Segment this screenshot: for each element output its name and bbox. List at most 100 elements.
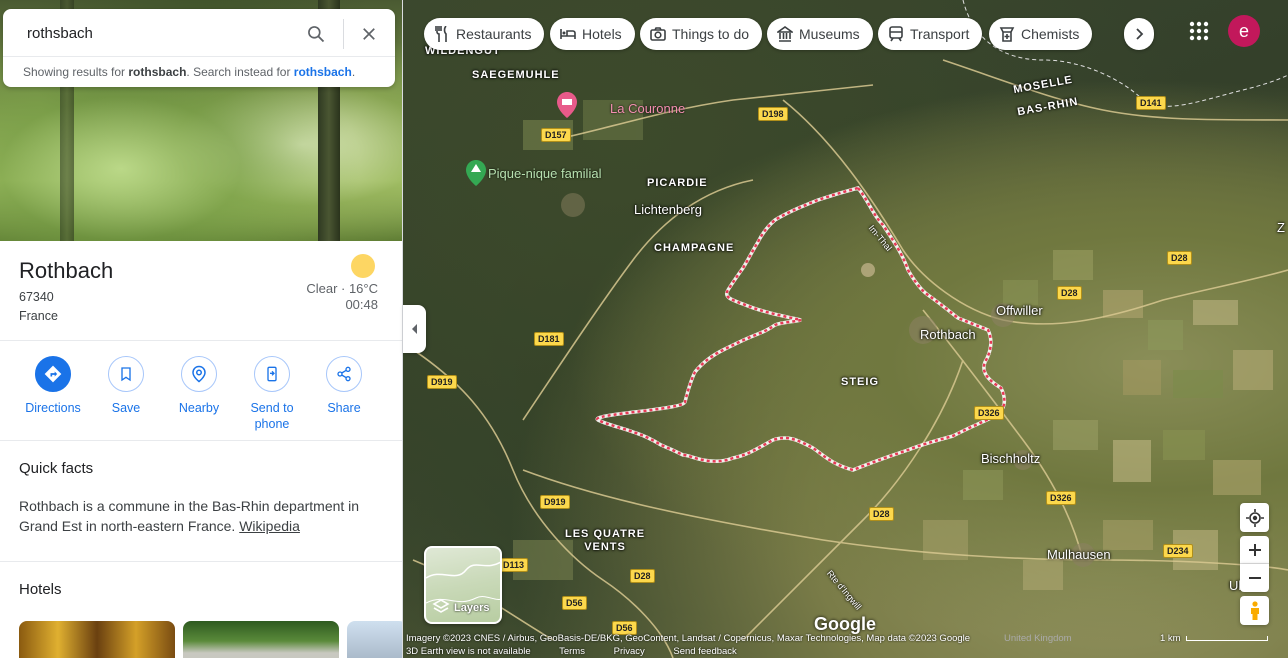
directions-icon [35, 356, 71, 392]
label-saegemuhle[interactable]: SAEGEMUHLE [472, 69, 560, 81]
chevron-left-icon [411, 324, 417, 334]
google-apps-button[interactable] [1186, 18, 1212, 44]
send-feedback-link[interactable]: Send feedback [673, 646, 736, 657]
road-d919: D919 [540, 495, 570, 509]
send-to-phone-label: Send to phone [250, 401, 294, 431]
road-d234: D234 [1163, 544, 1193, 558]
chip-hotels-label: Hotels [582, 26, 622, 42]
chip-hotels[interactable]: Hotels [550, 18, 635, 50]
road-d181: D181 [534, 332, 564, 346]
place-postcode: 67340 [19, 290, 54, 304]
chip-museums[interactable]: Museums [767, 18, 873, 50]
road-d141: D141 [1136, 96, 1166, 110]
label-z: Z [1277, 220, 1285, 235]
park-pin-icon [466, 160, 486, 186]
road-d326: D326 [974, 406, 1004, 420]
hotel-pin-icon [557, 92, 577, 118]
train-icon [888, 26, 904, 42]
street-view-button[interactable] [1240, 596, 1269, 625]
send-to-phone-button[interactable]: Send to phone [237, 356, 307, 432]
quick-facts-body: Rothbach is a commune in the Bas-Rhin de… [19, 496, 379, 536]
wikipedia-link[interactable]: Wikipedia [239, 518, 300, 534]
layers-label: Layers [454, 602, 490, 614]
label-picardie[interactable]: PICARDIE [647, 177, 708, 189]
close-icon [363, 28, 375, 40]
search-button[interactable] [302, 20, 330, 48]
label-steig[interactable]: STEIG [841, 376, 879, 388]
label-mulhausen[interactable]: Mulhausen [1047, 547, 1111, 562]
label-les-quatre-vents[interactable]: LES QUATRE VENTS [565, 528, 645, 554]
divider [0, 340, 402, 341]
camera-icon [650, 26, 666, 42]
zoom-in-button[interactable] [1240, 536, 1269, 564]
road-d28: D28 [630, 569, 655, 583]
google-logo: Google [814, 614, 876, 634]
chip-things-to-do[interactable]: Things to do [640, 18, 763, 50]
road-d157: D157 [541, 128, 571, 142]
weather-summary: Clear · 16°C [306, 281, 378, 296]
label-bischholtz[interactable]: Bischholtz [981, 451, 1040, 466]
chip-restaurants[interactable]: Restaurants [424, 18, 545, 50]
directions-label: Directions [25, 401, 81, 415]
chip-chemists-label: Chemists [1021, 26, 1080, 42]
terms-link[interactable]: Terms [559, 646, 585, 657]
label-rothbach[interactable]: Rothbach [920, 327, 976, 342]
fork-knife-icon [434, 26, 450, 42]
label-lichtenberg[interactable]: Lichtenberg [634, 202, 702, 217]
place-country: France [19, 309, 58, 323]
hotels-heading: Hotels [19, 581, 62, 598]
sun-icon [351, 254, 375, 278]
hotel-card-2[interactable] [183, 621, 339, 658]
hotel-card-3[interactable] [347, 621, 402, 658]
satellite-map[interactable]: WILDENGUT SAEGEMUHLE PICARDIE Lichtenber… [403, 0, 1288, 658]
share-label: Share [327, 401, 361, 415]
scale-label[interactable]: 1 km [1160, 633, 1181, 644]
poi-pique-nique[interactable]: Pique-nique familial [488, 166, 601, 181]
nearby-button[interactable]: Nearby [164, 356, 234, 416]
search-box: Showing results for rothsbach. Search in… [3, 9, 395, 87]
hotel-card-1[interactable] [19, 621, 175, 658]
road-d56: D56 [562, 596, 587, 610]
google-maps-app: Rothbach 67340 France Clear · 16°C 00:48… [0, 0, 1288, 658]
road-d113: D113 [499, 558, 529, 572]
search-divider [343, 19, 344, 49]
place-title: Rothbach [19, 258, 114, 283]
place-panel: Rothbach 67340 France Clear · 16°C 00:48… [0, 0, 403, 658]
save-label: Save [111, 401, 141, 415]
directions-button[interactable]: Directions [18, 356, 88, 416]
showing-query: rothsbach [128, 65, 187, 79]
save-button[interactable]: Save [91, 356, 161, 416]
search-instead-link[interactable]: rothsbach [294, 65, 352, 79]
zoom-out-button[interactable] [1240, 564, 1269, 592]
chips-scroll-right-button[interactable] [1124, 18, 1154, 50]
divider [0, 561, 402, 562]
map-footer-links: 3D Earth view is not available Terms Pri… [406, 646, 763, 657]
privacy-link[interactable]: Privacy [614, 646, 645, 657]
layers-button[interactable]: Layers [424, 546, 502, 624]
my-location-button[interactable] [1240, 503, 1269, 532]
label-offwiller[interactable]: Offwiller [996, 303, 1043, 318]
road-d28: D28 [1057, 286, 1082, 300]
chip-transport[interactable]: Transport [878, 18, 983, 50]
account-avatar[interactable]: e [1228, 15, 1260, 47]
share-button[interactable]: Share [309, 356, 379, 416]
bed-icon [560, 26, 576, 42]
divider [0, 440, 402, 441]
scale-bar[interactable] [1186, 636, 1268, 641]
region-link[interactable]: United Kingdom [1004, 633, 1072, 644]
road-d28: D28 [869, 507, 894, 521]
chevron-right-icon [1136, 28, 1144, 40]
road-d919: D919 [427, 375, 457, 389]
nearby-label: Nearby [178, 401, 220, 415]
showing-suffix: . [351, 65, 356, 79]
chip-things-to-do-label: Things to do [672, 26, 750, 42]
quick-facts-text: Rothbach is a commune in the Bas-Rhin de… [19, 498, 360, 534]
road-d28: D28 [1167, 251, 1192, 265]
chip-chemists[interactable]: Chemists [989, 18, 1093, 50]
collapse-panel-button[interactable] [403, 305, 426, 353]
clear-search-button[interactable] [355, 20, 383, 48]
minus-icon [1248, 577, 1261, 579]
poi-la-couronne[interactable]: La Couronne [610, 101, 685, 116]
label-champagne[interactable]: CHAMPAGNE [654, 242, 734, 254]
search-input[interactable] [27, 22, 297, 44]
